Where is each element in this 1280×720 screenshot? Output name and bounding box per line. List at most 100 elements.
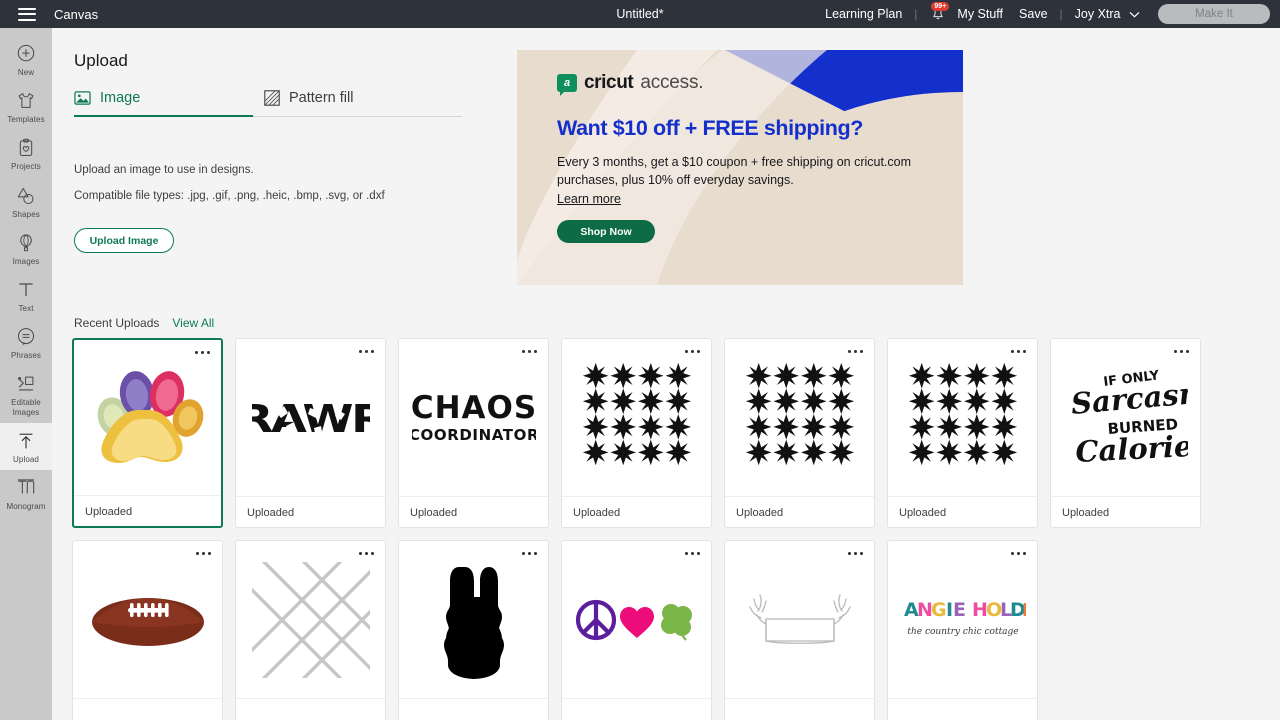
ad-body-text: Every 3 months, get a $10 coupon + free … [557, 155, 912, 188]
chaos-line-1: CHAOS [412, 390, 536, 426]
more-options-icon[interactable] [195, 351, 210, 354]
ad-headline: Want $10 off + FREE shipping? [557, 116, 863, 140]
more-options-icon[interactable] [685, 350, 700, 353]
upload-card-antler-banner[interactable] [724, 540, 875, 720]
card-footer: Uploaded [562, 496, 711, 527]
upload-card-sarcasm-calories-quote[interactable]: IF ONLY Sarcasm BURNED Calories Uploaded [1050, 338, 1201, 528]
more-options-icon[interactable] [359, 350, 374, 353]
recent-uploads-title: Recent Uploads [74, 316, 160, 330]
tab-image[interactable]: Image [74, 84, 264, 116]
upload-image-button[interactable]: Upload Image [74, 228, 174, 253]
upload-card-peace-love-luck[interactable] [561, 540, 712, 720]
sidebar-item-new[interactable]: New [0, 36, 52, 83]
my-stuff-link[interactable]: My Stuff [949, 7, 1011, 21]
shapes-icon [17, 187, 34, 204]
upload-card-watercolor-paw-print[interactable]: Uploaded [72, 338, 223, 528]
top-bar: Canvas Untitled* Learning Plan | 99+ My … [0, 0, 1280, 28]
tshirt-icon [18, 93, 34, 109]
machine-selector[interactable]: Joy Xtra [1067, 7, 1148, 21]
thumbnail: IF ONLY Sarcasm BURNED Calories [1051, 339, 1200, 496]
upload-card-football[interactable] [72, 540, 223, 720]
card-footer [725, 698, 874, 720]
card-footer: Uploaded [74, 495, 221, 526]
more-options-icon[interactable] [1011, 552, 1026, 555]
sidebar-item-projects[interactable]: Projects [0, 130, 52, 177]
sidebar-label-editable-images: Phrases [10, 351, 42, 361]
sidebar-item-templates[interactable]: Templates [0, 83, 52, 130]
thumbnail [562, 541, 711, 698]
thumbnail [236, 541, 385, 698]
thumbnail [74, 340, 221, 495]
upload-card-rawr-text[interactable]: RAWR Uploaded [235, 338, 386, 528]
plus-circle-icon [17, 44, 35, 62]
card-status: Uploaded [410, 506, 458, 519]
learn-more-link[interactable]: Learn more [557, 192, 621, 206]
sidebar-item-monogram[interactable]: Monogram [0, 470, 52, 517]
recent-uploads-grid: Uploaded RAWR [72, 338, 1272, 720]
antler-banner-art [748, 593, 851, 644]
sidebar-item-editable-images[interactable]: Editable Images [0, 366, 52, 422]
shop-now-button[interactable]: Shop Now [557, 220, 655, 244]
tab-underline [74, 115, 462, 117]
card-status: Uploaded [899, 506, 947, 519]
learning-plan-link[interactable]: Learning Plan [817, 7, 910, 21]
left-sidebar: New Templates Projects Shapes Images Tex… [0, 28, 52, 720]
more-options-icon[interactable] [1174, 350, 1189, 353]
sidebar-item-images[interactable]: Images [0, 225, 52, 272]
more-options-icon[interactable] [848, 552, 863, 555]
star-pattern-art [908, 362, 1017, 465]
more-options-icon[interactable] [359, 552, 374, 555]
card-footer: Uploaded [725, 496, 874, 527]
more-options-icon[interactable] [196, 552, 211, 555]
more-options-icon[interactable] [522, 552, 537, 555]
tab-image-label: Image [100, 90, 141, 106]
notifications-button[interactable]: 99+ [921, 1, 950, 22]
svg-text:G: G [931, 599, 947, 621]
tab-pattern-fill[interactable]: Pattern fill [264, 84, 462, 116]
view-all-link[interactable]: View All [172, 316, 214, 330]
sidebar-item-shapes[interactable]: Shapes [0, 178, 52, 225]
chevron-down-icon [1129, 7, 1140, 21]
thumbnail [399, 541, 548, 698]
card-footer [399, 698, 548, 720]
sidebar-label-projects: Projects [11, 162, 41, 172]
hamburger-menu-icon[interactable] [18, 7, 36, 21]
text-t-icon [19, 283, 33, 296]
upload-card-chaos-coordinator[interactable]: CHAOS COORDINATOR Uploaded [398, 338, 549, 528]
sidebar-label-phrases: Editable Images [11, 398, 41, 417]
notification-badge: 99+ [931, 1, 950, 11]
clipboard-heart-icon [19, 139, 33, 157]
card-status: Uploaded [247, 506, 295, 519]
bunny-silhouette-art [443, 566, 504, 679]
compatible-file-types: Compatible file types: .jpg, .gif, .png,… [74, 190, 385, 202]
speech-bubble-icon [17, 328, 35, 346]
save-button[interactable]: Save [1011, 7, 1056, 21]
canvas-label[interactable]: Canvas [54, 7, 98, 22]
upload-card-star-pattern-1[interactable]: Uploaded [561, 338, 712, 528]
more-options-icon[interactable] [848, 350, 863, 353]
upload-card-star-pattern-2[interactable]: Uploaded [724, 338, 875, 528]
sidebar-label-images: Images [12, 256, 40, 266]
sarcasm-quote-art: IF ONLY Sarcasm BURNED Calories [1069, 368, 1187, 469]
pattern-swatch-icon [264, 90, 280, 106]
thumbnail [888, 339, 1037, 496]
more-options-icon[interactable] [685, 552, 700, 555]
make-it-button[interactable]: Make It [1158, 4, 1270, 24]
more-options-icon[interactable] [1011, 350, 1026, 353]
cricut-wordmark: cricut [584, 72, 634, 93]
sidebar-item-upload[interactable]: Upload [0, 422, 52, 470]
sidebar-item-phrases[interactable]: Phrases [0, 319, 52, 366]
picture-icon [74, 91, 91, 105]
upload-card-star-pattern-3[interactable]: Uploaded [887, 338, 1038, 528]
cricut-access-ad-banner[interactable]: a cricut access. Want $10 off + FREE shi… [517, 50, 963, 285]
sidebar-item-text[interactable]: Text [0, 272, 52, 319]
upload-card-lattice-pattern[interactable] [235, 540, 386, 720]
access-wordmark: access. [640, 72, 704, 93]
logo-tagline: the country chic cottage [907, 627, 1018, 637]
more-options-icon[interactable] [522, 350, 537, 353]
separator-2: | [1059, 7, 1063, 21]
upload-card-angie-holden-logo[interactable]: A N G I E H O L D E the country chic cot… [887, 540, 1038, 720]
editable-images-icon [18, 376, 34, 391]
rawr-text-art: RAWR [252, 397, 370, 441]
upload-card-bunny-silhouette[interactable] [398, 540, 549, 720]
